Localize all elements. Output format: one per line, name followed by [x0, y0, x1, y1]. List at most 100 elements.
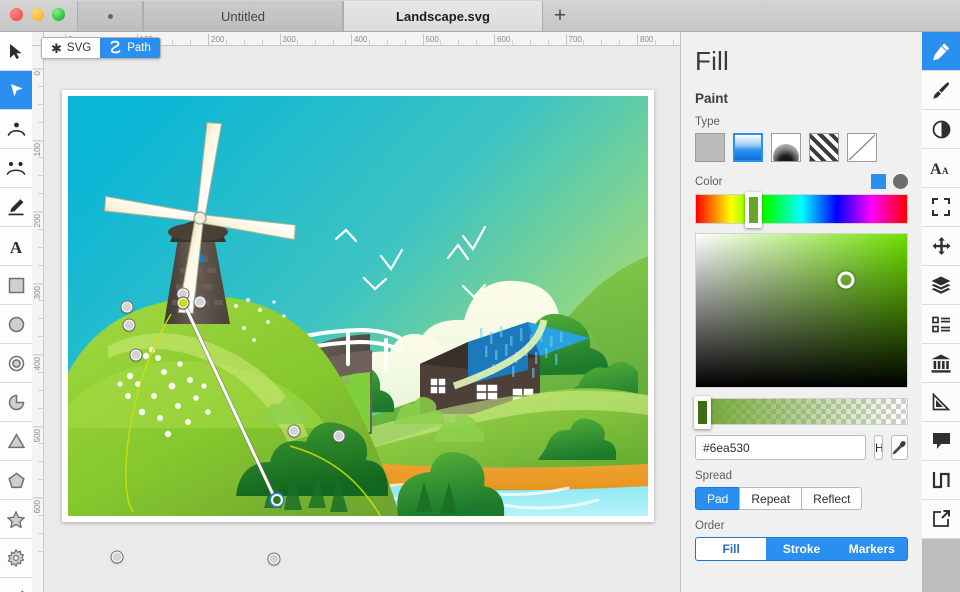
ruler-tick-label: 300	[279, 34, 296, 45]
notes-panel-button[interactable]	[922, 422, 960, 461]
ruler-tick-label: 200	[208, 34, 224, 45]
paint-type-pattern[interactable]	[809, 133, 839, 162]
spread-option-pad[interactable]: Pad	[695, 487, 740, 510]
order-option-stroke[interactable]: Stroke	[766, 538, 836, 560]
tab-overview[interactable]	[77, 1, 143, 31]
order-option-fill[interactable]: Fill	[696, 538, 767, 560]
path-node[interactable]	[333, 430, 345, 442]
ruler-minor-tick	[38, 300, 43, 302]
mode-svg[interactable]: ✱ SVG	[42, 38, 101, 58]
color-header-row: Color	[695, 174, 908, 189]
ruler-minor-tick	[529, 40, 531, 45]
transform-panel-button[interactable]	[922, 188, 960, 227]
hue-slider[interactable]	[695, 192, 908, 228]
vertical-ruler[interactable]: 0 100 200 300 400 500 600	[32, 46, 44, 592]
ruler-minor-tick	[38, 175, 43, 177]
swatch-square[interactable]	[871, 174, 886, 189]
mode-label: Path	[127, 42, 151, 54]
saturation-value-thumb[interactable]	[837, 271, 855, 289]
stroke-panel-button[interactable]	[922, 71, 960, 110]
pencil-tool[interactable]	[0, 188, 32, 227]
path-node-handle-end[interactable]	[271, 494, 283, 506]
hex-input[interactable]	[695, 435, 866, 460]
tweak-tool[interactable]	[0, 110, 32, 149]
node-edit-tool[interactable]	[0, 71, 32, 110]
ruler-minor-tick	[38, 407, 43, 409]
tab-untitled[interactable]: Untitled	[143, 1, 343, 31]
path-node[interactable]	[123, 319, 135, 331]
new-tab-button[interactable]: +	[543, 1, 577, 31]
line-tool[interactable]	[0, 578, 32, 592]
canvas-area[interactable]	[44, 46, 680, 592]
objects-panel-button[interactable]	[922, 305, 960, 344]
rectangle-tool[interactable]	[0, 266, 32, 305]
text-tool[interactable]: A	[0, 227, 32, 266]
paint-type-linear-gradient[interactable]	[733, 133, 763, 162]
ruler-minor-tick	[38, 121, 43, 123]
path-node[interactable]	[111, 551, 123, 563]
contrast-panel-button[interactable]	[922, 110, 960, 149]
spiral-tool[interactable]	[0, 344, 32, 383]
ruler-minor-tick	[458, 40, 460, 45]
library-panel-button[interactable]	[922, 344, 960, 383]
layers-panel-button[interactable]	[922, 266, 960, 305]
spray-tool[interactable]	[0, 149, 32, 188]
color-format-value: Hex	[875, 440, 883, 455]
paint-type-flat-color[interactable]	[695, 133, 725, 162]
paint-type-none[interactable]	[847, 133, 877, 162]
saturation-value-picker[interactable]	[695, 233, 908, 388]
align-panel-button[interactable]	[922, 461, 960, 500]
hue-slider-thumb[interactable]	[745, 192, 762, 228]
ruler-minor-tick	[38, 246, 43, 248]
path-node[interactable]	[268, 553, 280, 565]
spread-option-reflect[interactable]: Reflect	[801, 487, 863, 510]
export-panel-button[interactable]	[922, 500, 960, 539]
alpha-slider-thumb[interactable]	[694, 396, 711, 429]
artboard[interactable]	[62, 90, 654, 565]
path-node[interactable]	[288, 425, 300, 437]
ruler-tick-label: 0	[33, 68, 43, 76]
ruler-minor-tick	[547, 40, 549, 45]
select-tool[interactable]	[0, 32, 32, 71]
eyedropper-button[interactable]	[891, 435, 908, 460]
color-format-select[interactable]: Hex ▲▼	[874, 435, 883, 460]
path-node[interactable]	[121, 301, 133, 313]
fill-panel-button[interactable]	[922, 32, 960, 71]
order-segmented-control: Fill Stroke Markers	[695, 537, 908, 561]
application-window: Untitled Landscape.svg + A 200 300 400 5…	[0, 0, 960, 592]
typography-panel-button[interactable]: A A	[922, 149, 960, 188]
ruler-tick-label: 300	[33, 282, 43, 299]
move-panel-button[interactable]	[922, 227, 960, 266]
color-swatches	[871, 174, 908, 189]
ruler-tick-label: 600	[33, 497, 43, 514]
triangle-tool[interactable]	[0, 422, 32, 461]
arc-tool[interactable]	[0, 383, 32, 422]
path-node[interactable]	[130, 349, 142, 361]
ellipse-tool[interactable]	[0, 305, 32, 344]
path-node-selected[interactable]	[177, 297, 189, 309]
alpha-gradient	[696, 399, 907, 424]
order-option-markers[interactable]: Markers	[837, 538, 907, 560]
path-node-overlay[interactable]	[62, 90, 654, 565]
star-tool[interactable]	[0, 500, 32, 539]
measure-panel-button[interactable]	[922, 383, 960, 422]
spread-option-repeat[interactable]: Repeat	[739, 487, 802, 510]
polygon-tool[interactable]	[0, 461, 32, 500]
ruler-minor-tick	[172, 40, 174, 45]
close-window-button[interactable]	[10, 8, 23, 21]
zoom-window-button[interactable]	[52, 8, 65, 21]
svg-text:A: A	[942, 166, 949, 176]
tab-landscape-svg[interactable]: Landscape.svg	[343, 1, 543, 31]
swatch-circle[interactable]	[893, 174, 908, 189]
node-control-handle[interactable]	[181, 300, 274, 495]
mode-path[interactable]: Path	[100, 38, 160, 58]
ruler-tick-label: 800	[637, 34, 653, 45]
alpha-slider[interactable]	[694, 396, 908, 429]
paint-type-radial-gradient[interactable]	[771, 133, 801, 162]
ruler-minor-tick	[38, 461, 43, 463]
path-node[interactable]	[194, 296, 206, 308]
ruler-minor-tick	[672, 40, 674, 45]
gear-shape-tool[interactable]	[0, 539, 32, 578]
minimize-window-button[interactable]	[31, 8, 44, 21]
ruler-minor-tick	[440, 40, 442, 45]
